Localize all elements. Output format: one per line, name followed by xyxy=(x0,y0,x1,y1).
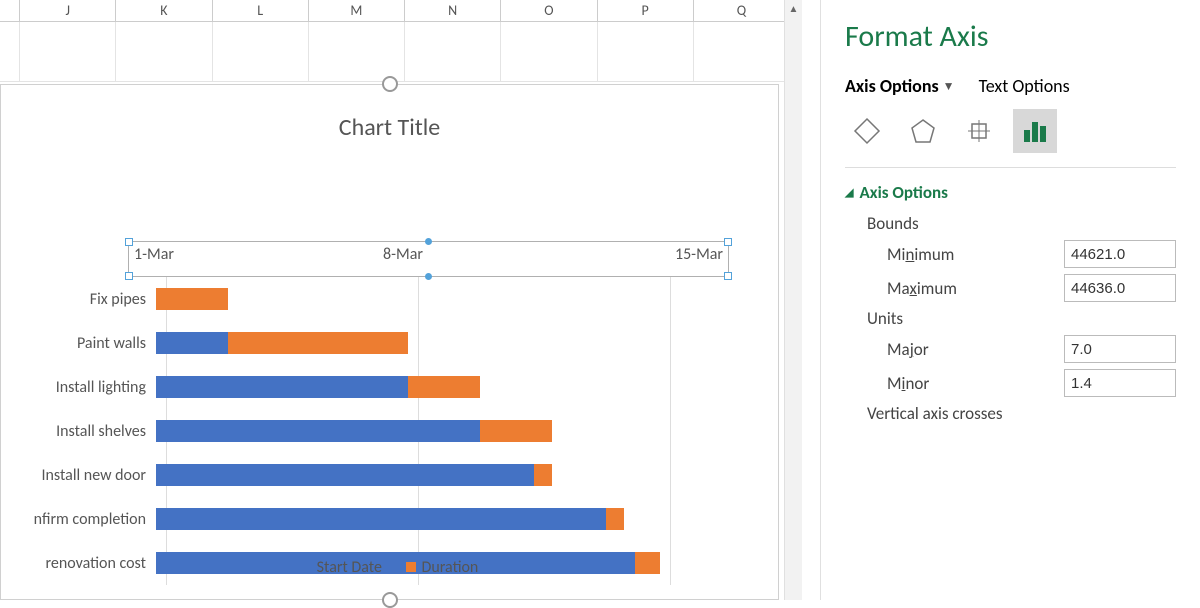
maximum-label: Maximum xyxy=(887,278,957,299)
legend-item-start-date: Start Date xyxy=(301,558,382,577)
bar-segment-duration[interactable] xyxy=(534,464,552,486)
minor-label: Minor xyxy=(887,373,929,394)
panel-tabs: Axis Options ▼ Text Options xyxy=(845,75,1176,97)
bar-track xyxy=(156,332,696,354)
axis-options-icon[interactable] xyxy=(1013,109,1057,153)
col-K[interactable]: K xyxy=(116,0,212,21)
chart-resize-handle-top[interactable] xyxy=(382,76,398,92)
col-M[interactable]: M xyxy=(309,0,405,21)
bar-track xyxy=(156,420,696,442)
x-tick-0: 1-Mar xyxy=(134,245,174,264)
chart-object[interactable]: Chart Title 1-Mar 8-Mar 15-Mar Fix pipes… xyxy=(0,84,779,600)
category-label: Fix pipes xyxy=(1,290,156,309)
bar-segment-duration[interactable] xyxy=(228,332,408,354)
category-label: Paint walls xyxy=(1,334,156,353)
tab-text-options[interactable]: Text Options xyxy=(979,75,1070,97)
category-label: Install lighting xyxy=(1,378,156,397)
col-L[interactable]: L xyxy=(213,0,309,21)
chevron-down-icon: ▼ xyxy=(943,79,955,94)
minimum-label: Minimum xyxy=(887,244,954,265)
section-axis-options[interactable]: ◢Axis Options xyxy=(845,182,1176,203)
bar-segment-duration[interactable] xyxy=(156,288,228,310)
col-P[interactable]: P xyxy=(598,0,694,21)
bar-segment-start-date[interactable] xyxy=(156,508,606,530)
minimum-input[interactable] xyxy=(1064,240,1176,268)
units-label: Units xyxy=(867,308,1176,329)
minor-input[interactable] xyxy=(1064,369,1176,397)
vertical-scrollbar[interactable]: ▲ xyxy=(784,0,802,600)
category-label: Install new door xyxy=(1,466,156,485)
panel-title: Format Axis xyxy=(845,18,1176,55)
scroll-up-icon[interactable]: ▲ xyxy=(787,2,801,16)
bar-segment-duration[interactable] xyxy=(480,420,552,442)
bar-track xyxy=(156,508,696,530)
horizontal-axis-selection[interactable] xyxy=(128,241,729,277)
column-headers: J K L M N O P Q xyxy=(0,0,790,22)
panel-icon-row xyxy=(845,109,1176,153)
size-properties-icon[interactable] xyxy=(957,109,1001,153)
col-Q[interactable]: Q xyxy=(694,0,790,21)
collapse-triangle-icon: ◢ xyxy=(845,186,853,199)
bar-track xyxy=(156,376,696,398)
bar-segment-duration[interactable] xyxy=(408,376,480,398)
legend-item-duration: Duration xyxy=(406,558,479,577)
maximum-input[interactable] xyxy=(1064,274,1176,302)
bar-segment-start-date[interactable] xyxy=(156,332,228,354)
col-N[interactable]: N xyxy=(405,0,501,21)
col-J[interactable]: J xyxy=(20,0,116,21)
bar-segment-start-date[interactable] xyxy=(156,464,534,486)
category-label: nfirm completion xyxy=(1,510,156,529)
col-stub xyxy=(0,0,20,21)
x-tick-2: 15-Mar xyxy=(675,245,723,264)
format-axis-panel: Format Axis Axis Options ▼ Text Options … xyxy=(820,0,1200,600)
major-input[interactable] xyxy=(1064,335,1176,363)
grid-cells[interactable] xyxy=(0,22,790,82)
bounds-label: Bounds xyxy=(867,213,1176,234)
major-label: Major xyxy=(887,339,929,360)
bar-track xyxy=(156,288,696,310)
chart-title[interactable]: Chart Title xyxy=(1,85,778,142)
bar-track xyxy=(156,464,696,486)
x-tick-1: 8-Mar xyxy=(383,245,423,264)
legend-swatch-blue xyxy=(301,562,311,572)
bar-segment-duration[interactable] xyxy=(606,508,624,530)
category-label: Install shelves xyxy=(1,422,156,441)
bar-segment-start-date[interactable] xyxy=(156,420,480,442)
chart-legend[interactable]: Start Date Duration xyxy=(1,558,778,578)
tab-axis-options[interactable]: Axis Options ▼ xyxy=(845,75,955,97)
fill-line-icon[interactable] xyxy=(845,109,889,153)
bar-segment-start-date[interactable] xyxy=(156,376,408,398)
vertical-axis-crosses-label: Vertical axis crosses xyxy=(867,403,1176,424)
legend-swatch-orange xyxy=(406,562,416,572)
col-O[interactable]: O xyxy=(501,0,597,21)
effects-icon[interactable] xyxy=(901,109,945,153)
